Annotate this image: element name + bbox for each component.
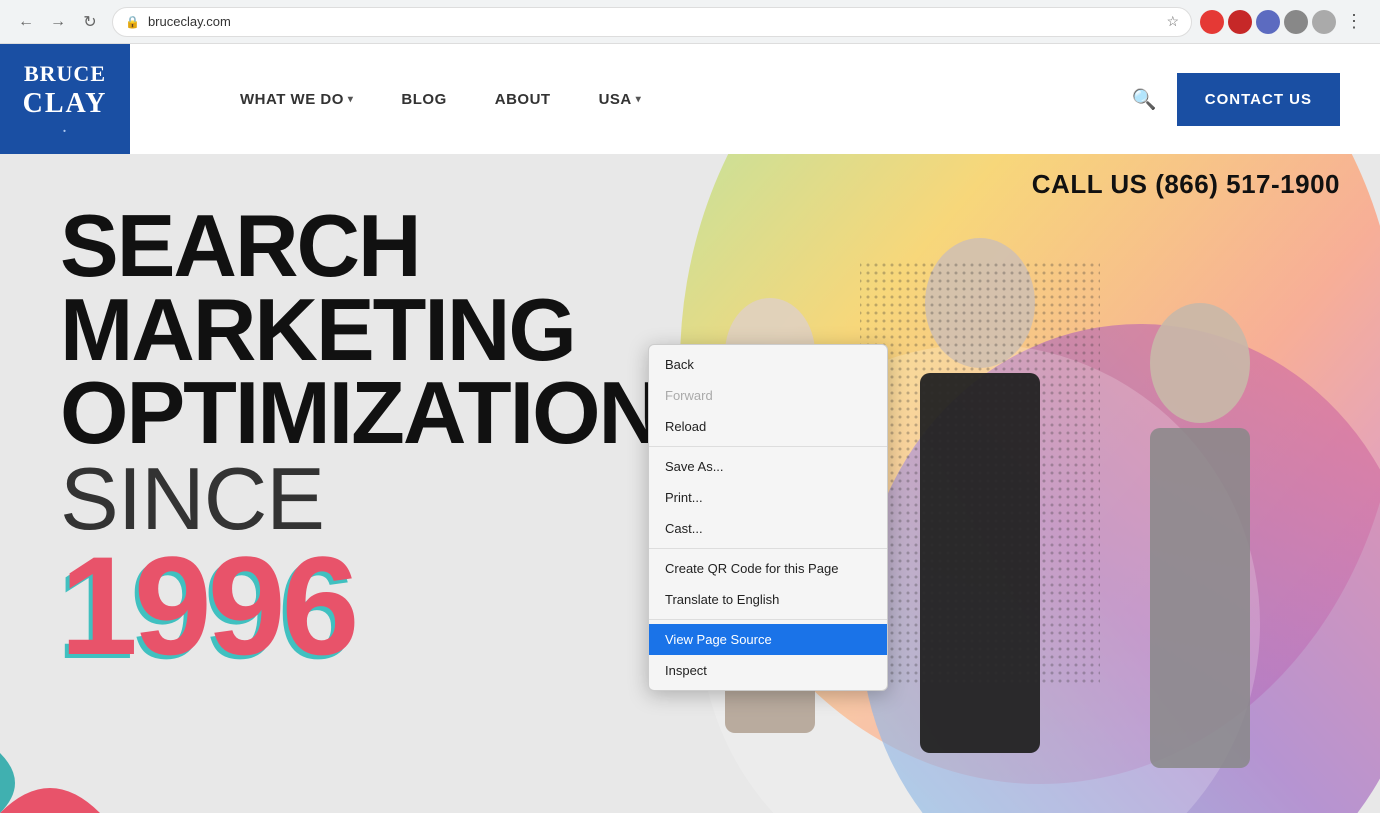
context-menu-item-reload[interactable]: Reload [649,411,887,442]
logo-text: BRUCE CLAY . [23,61,108,138]
profile-avatar-5[interactable] [1312,10,1336,34]
back-button[interactable]: ← [12,8,40,36]
profile-avatar-3[interactable] [1256,10,1280,34]
context-menu-item-forward: Forward [649,380,887,411]
profile-avatar-4[interactable] [1284,10,1308,34]
logo-clay: CLAY [23,87,108,121]
context-menu[interactable]: Back Forward Reload Save As... Print... … [648,344,888,691]
chevron-down-icon-2: ▾ [636,94,642,105]
navbar: BRUCE CLAY . WHAT WE DO ▾ BLOG ABOUT USA… [0,44,1380,154]
browser-chrome: ← → ↻ 🔒 bruceclay.com ☆ ⋮ [0,0,1380,44]
context-menu-item-back[interactable]: Back [649,349,887,380]
context-menu-item-cast[interactable]: Cast... [649,513,887,544]
context-menu-separator-3 [649,619,887,620]
website: BRUCE CLAY . WHAT WE DO ▾ BLOG ABOUT USA… [0,44,1380,813]
browser-actions: ⋮ [1200,8,1368,36]
nav-right: 🔍 CONTACT US [1132,73,1340,126]
call-us-text: CALL US (866) 517-1900 [1032,169,1340,200]
logo-bruce: BRUCE [23,61,108,87]
logo[interactable]: BRUCE CLAY . [0,44,130,154]
bookmark-icon[interactable]: ☆ [1166,13,1179,30]
context-menu-item-qr[interactable]: Create QR Code for this Page [649,553,887,584]
context-menu-item-inspect[interactable]: Inspect [649,655,887,686]
nav-about[interactable]: ABOUT [495,91,551,108]
context-menu-item-view-source[interactable]: View Page Source [649,624,887,655]
logo-dot: . [23,121,108,138]
profile-avatar-2[interactable] [1228,10,1252,34]
corner-decoration [0,713,100,813]
nav-what-we-do[interactable]: WHAT WE DO ▾ [240,91,353,108]
nav-buttons: ← → ↻ [12,8,104,36]
profile-avatar-1[interactable] [1200,10,1224,34]
context-menu-separator-1 [649,446,887,447]
context-menu-item-print[interactable]: Print... [649,482,887,513]
nav-links: WHAT WE DO ▾ BLOG ABOUT USA ▾ [240,91,641,108]
nav-usa[interactable]: USA ▾ [599,91,642,108]
context-menu-item-save-as[interactable]: Save As... [649,451,887,482]
chevron-down-icon: ▾ [348,94,354,105]
search-button[interactable]: 🔍 [1132,87,1157,112]
url-text: bruceclay.com [148,14,1158,29]
address-bar[interactable]: 🔒 bruceclay.com ☆ [112,7,1192,37]
lock-icon: 🔒 [125,15,140,29]
contact-us-button[interactable]: CONTACT US [1177,73,1340,126]
forward-button[interactable]: → [44,8,72,36]
context-menu-separator-2 [649,548,887,549]
nav-blog[interactable]: BLOG [401,91,446,108]
reload-button[interactable]: ↻ [76,8,104,36]
context-menu-item-translate[interactable]: Translate to English [649,584,887,615]
hero-year-text: 1996 [60,527,355,684]
more-menu-button[interactable]: ⋮ [1340,8,1368,36]
